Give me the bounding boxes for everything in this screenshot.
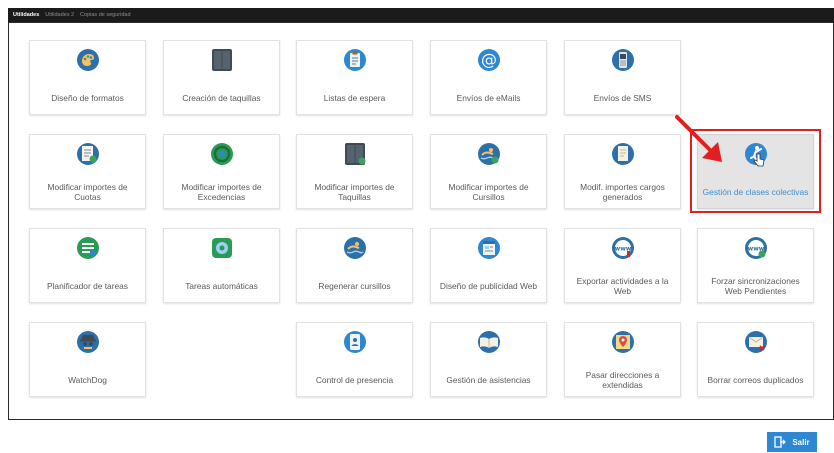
tile-label: Forzar sincronizaciones Web Pendientes [711, 275, 800, 296]
swimmer-edit-icon [477, 143, 500, 165]
tile-label: Modificar importes de Cursillos [448, 181, 529, 202]
tab-copias-de-seguridad[interactable]: Copias de seguridad [80, 8, 130, 22]
top-tab-bar: Utilidades Utilidades 2 Copias de seguri… [8, 8, 834, 22]
open-book-icon [477, 331, 500, 353]
tile-label: Exportar actividades a la Web [576, 275, 669, 296]
tile-label: Tareas automáticas [185, 280, 258, 291]
tile-label: Modif. importes cargos generados [580, 181, 665, 202]
tile-envios-emails[interactable]: @ Envíos de eMails [430, 40, 547, 115]
tile-modificar-cuotas[interactable]: Modificar importes de Cuotas [29, 134, 146, 209]
tile-diseno-publicidad-web[interactable]: Diseño de publicidad Web [430, 228, 547, 303]
tile-label: Pasar direcciones a extendidas [585, 369, 660, 390]
tile-creacion-taquillas[interactable]: Creación de taquillas [163, 40, 280, 115]
red-arrow-icon [675, 115, 722, 162]
swimmer-icon [343, 237, 366, 259]
tile-modificar-cursillos[interactable]: Modificar importes de Cursillos [430, 134, 547, 209]
gear-box-icon [211, 238, 232, 258]
tile-label: Creación de taquillas [182, 92, 261, 103]
tile-listas-espera[interactable]: Listas de espera [296, 40, 413, 115]
tab-utilidades[interactable]: Utilidades [13, 8, 39, 22]
badge-icon [343, 331, 366, 353]
tile-watchdog[interactable]: WatchDog [29, 322, 146, 397]
tile-diseno-formatos[interactable]: Diseño de formatos [29, 40, 146, 115]
mobile-phone-icon [611, 49, 634, 71]
map-pin-icon [611, 331, 634, 353]
www-export-icon: www [611, 237, 634, 259]
tile-envios-sms[interactable]: Envíos de SMS [564, 40, 681, 115]
exit-button[interactable]: Salir [767, 432, 817, 452]
exit-door-icon [774, 436, 787, 448]
tile-borrar-correos-duplicados[interactable]: Borrar correos duplicados [697, 322, 814, 397]
at-sign-icon: @ [477, 49, 500, 71]
web-page-icon [477, 237, 500, 259]
tile-planificador-tareas[interactable]: Planificador de tareas [29, 228, 146, 303]
tile-gestion-asistencias[interactable]: Gestión de asistencias [430, 322, 547, 397]
tile-label: Diseño de formatos [51, 92, 124, 103]
tile-label: Envíos de eMails [456, 92, 521, 103]
spy-icon [76, 331, 99, 353]
exit-label: Salir [792, 437, 810, 447]
palette-icon [76, 49, 99, 71]
tile-label: Diseño de publicidad Web [439, 280, 538, 291]
tile-label: Control de presencia [315, 374, 394, 385]
locker-edit-icon [344, 143, 365, 165]
invoice-edit-icon [76, 143, 99, 165]
tile-exportar-actividades-web[interactable]: www Exportar actividades a la Web [564, 228, 681, 303]
delete-mail-icon [744, 331, 767, 353]
svg-text:@: @ [481, 50, 497, 69]
tile-tareas-automaticas[interactable]: Tareas automáticas [163, 228, 280, 303]
tile-label: Borrar correos duplicados [707, 374, 804, 385]
tile-label: Modificar importes de Excedencias [181, 181, 262, 202]
document-edit-icon [611, 143, 634, 165]
tile-modificar-taquillas[interactable]: Modificar importes de Taquillas [296, 134, 413, 209]
refresh-circle-icon [210, 143, 233, 165]
tile-label: Regenerar cursillos [318, 280, 391, 291]
tile-regenerar-cursillos[interactable]: Regenerar cursillos [296, 228, 413, 303]
tile-label: Gestión de asistencias [446, 374, 531, 385]
tile-label: Modificar importes de Taquillas [314, 181, 395, 202]
tile-forzar-sincronizaciones[interactable]: www Forzar sincronizaciones Web Pendient… [697, 228, 814, 303]
tile-control-presencia[interactable]: Control de presencia [296, 322, 413, 397]
tile-label: Envíos de SMS [593, 92, 652, 103]
locker-icon [211, 49, 232, 71]
task-list-icon [76, 237, 99, 259]
tile-label: Planificador de tareas [46, 280, 128, 291]
tab-utilidades-2[interactable]: Utilidades 2 [45, 8, 74, 22]
tile-label: Modificar importes de Cuotas [47, 181, 128, 202]
www-sync-icon: www [744, 237, 767, 259]
tile-label: WatchDog [68, 374, 107, 385]
tile-modificar-excedencias[interactable]: Modificar importes de Excedencias [163, 134, 280, 209]
tile-label: Listas de espera [323, 92, 386, 103]
clipboard-icon [343, 49, 366, 71]
tile-pasar-direcciones[interactable]: Pasar direcciones a extendidas [564, 322, 681, 397]
tile-modif-cargos-generados[interactable]: Modif. importes cargos generados [564, 134, 681, 209]
